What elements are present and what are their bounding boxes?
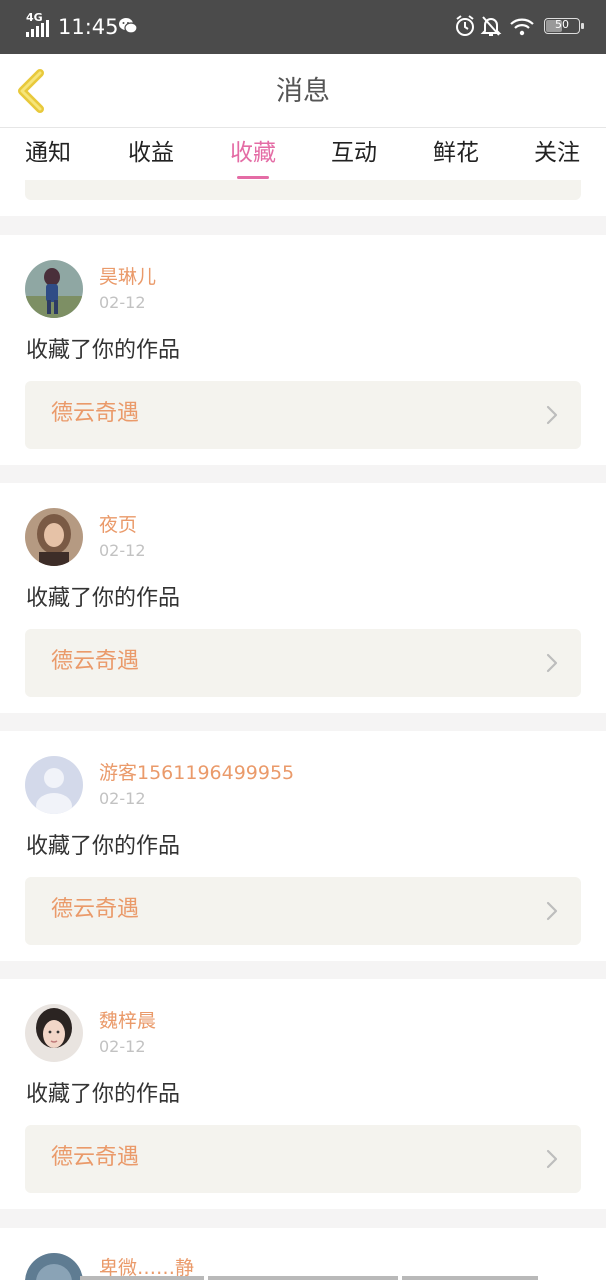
notification-card: 魏梓晨 02-12 收藏了你的作品 德云奇遇 (0, 979, 606, 1209)
date: 02-12 (99, 541, 146, 560)
work-link[interactable]: 德云奇遇 (25, 629, 581, 697)
chevron-right-icon (546, 901, 558, 921)
date: 02-12 (99, 293, 146, 312)
chevron-right-icon (546, 405, 558, 425)
app-header: 消息 (0, 54, 606, 128)
wifi-icon (508, 14, 536, 40)
avatar[interactable] (25, 1004, 83, 1062)
avatar[interactable] (25, 508, 83, 566)
work-title: 德云奇遇 (51, 1145, 140, 1170)
chevron-right-icon (546, 1149, 558, 1169)
date: 02-12 (99, 789, 146, 808)
avatar[interactable] (25, 756, 83, 814)
avatar[interactable] (25, 260, 83, 318)
work-link[interactable]: 德云奇遇 (25, 1125, 581, 1193)
action-text: 收藏了你的作品 (26, 586, 181, 611)
gesture-bar (0, 1276, 606, 1280)
work-link[interactable]: 德云奇遇 (25, 381, 581, 449)
username[interactable]: 游客1561196499955 (99, 761, 294, 785)
tab-favorites[interactable]: 收藏 (211, 136, 295, 179)
status-bar: 4G 11:45 50 (0, 0, 606, 54)
tab-bar: 通知 收益 收藏 互动 鲜花 关注 (0, 128, 606, 180)
active-tab-indicator (237, 176, 269, 179)
list-item (0, 180, 606, 216)
tab-favorites-label: 收藏 (230, 140, 276, 166)
status-time: 11:45 (58, 15, 119, 39)
signal-icon: 4G (26, 11, 52, 39)
action-text: 收藏了你的作品 (26, 834, 181, 859)
alarm-icon (454, 14, 478, 40)
chevron-right-icon (546, 653, 558, 673)
action-text: 收藏了你的作品 (26, 338, 181, 363)
tab-notifications[interactable]: 通知 (6, 136, 90, 170)
notifications-off-icon (480, 14, 504, 40)
notification-card: 卑微……静 (0, 1228, 606, 1280)
page-title: 消息 (276, 76, 330, 107)
work-title: 德云奇遇 (51, 401, 140, 426)
notification-card: 昊琳儿 02-12 收藏了你的作品 德云奇遇 (0, 235, 606, 465)
tab-flowers[interactable]: 鲜花 (414, 136, 498, 170)
username[interactable]: 魏梓晨 (99, 1009, 156, 1033)
wechat-icon (118, 16, 138, 36)
battery-icon: 50 (544, 18, 584, 34)
tab-follows[interactable]: 关注 (515, 136, 599, 170)
tab-earnings[interactable]: 收益 (109, 136, 193, 170)
work-title: 德云奇遇 (51, 897, 140, 922)
work-link[interactable]: 德云奇遇 (25, 877, 581, 945)
action-text: 收藏了你的作品 (26, 1082, 181, 1107)
tab-interactions[interactable]: 互动 (312, 136, 396, 170)
work-link[interactable] (25, 180, 581, 200)
work-title: 德云奇遇 (51, 649, 140, 674)
notification-card: 游客1561196499955 02-12 收藏了你的作品 德云奇遇 (0, 731, 606, 961)
username[interactable]: 昊琳儿 (99, 265, 156, 289)
username[interactable]: 夜页 (99, 513, 137, 537)
date: 02-12 (99, 1037, 146, 1056)
notification-card: 夜页 02-12 收藏了你的作品 德云奇遇 (0, 483, 606, 713)
